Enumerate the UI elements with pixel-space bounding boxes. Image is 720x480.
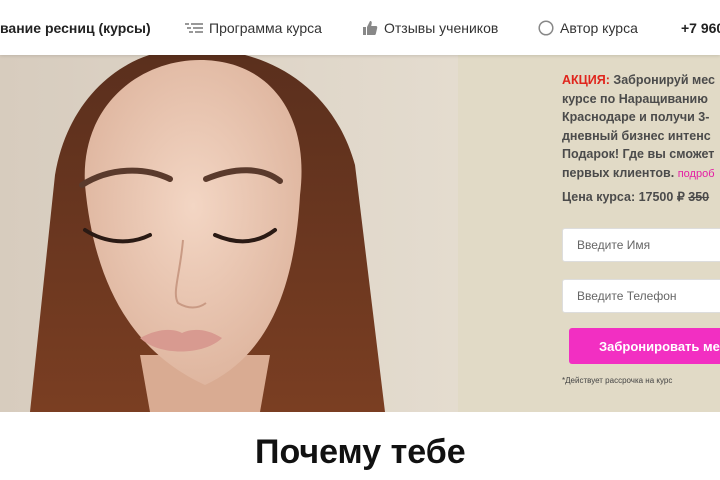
old-price: 350 — [688, 190, 710, 204]
thumbs-up-icon — [362, 20, 378, 36]
promo-body: Забронируй мес курсе по Наращиванию Крас… — [562, 73, 715, 180]
nav-link-program[interactable]: Программа курса — [185, 0, 322, 55]
nav-link-reviews-label: Отзывы учеников — [384, 19, 499, 36]
name-input[interactable] — [562, 228, 720, 262]
nav-link-author-label: Автор курса — [560, 19, 638, 36]
section-heading: Почему тебе — [255, 433, 466, 471]
hero-section: АКЦИЯ: Забронируй мес курсе по Наращиван… — [0, 55, 720, 412]
list-icon — [185, 22, 203, 34]
booking-panel: АКЦИЯ: Забронируй мес курсе по Наращиван… — [458, 55, 720, 412]
circle-icon — [538, 19, 554, 36]
nav-link-author[interactable]: Автор курса — [538, 0, 638, 55]
phone-number[interactable]: +7 960 — [681, 0, 720, 55]
promo-more-link[interactable]: подроб — [678, 168, 715, 180]
site-title[interactable]: вание ресниц (курсы) — [0, 0, 151, 55]
top-navigation: вание ресниц (курсы) Программа курса Отз… — [0, 0, 720, 55]
book-button[interactable]: Забронировать ме — [569, 328, 720, 364]
nav-link-program-label: Программа курса — [209, 19, 322, 36]
hero-photo — [0, 55, 458, 412]
phone-input[interactable] — [562, 279, 720, 313]
promo-text: АКЦИЯ: Забронируй мес курсе по Наращиван… — [562, 71, 720, 183]
price-label: Цена курса: 17500 ₽ — [562, 190, 689, 204]
promo-highlight: АКЦИЯ: — [562, 73, 610, 87]
nav-link-reviews[interactable]: Отзывы учеников — [362, 0, 498, 55]
installment-note: *Действует рассрочка на курс — [562, 376, 673, 385]
course-price: Цена курса: 17500 ₽ 350 — [562, 189, 709, 204]
